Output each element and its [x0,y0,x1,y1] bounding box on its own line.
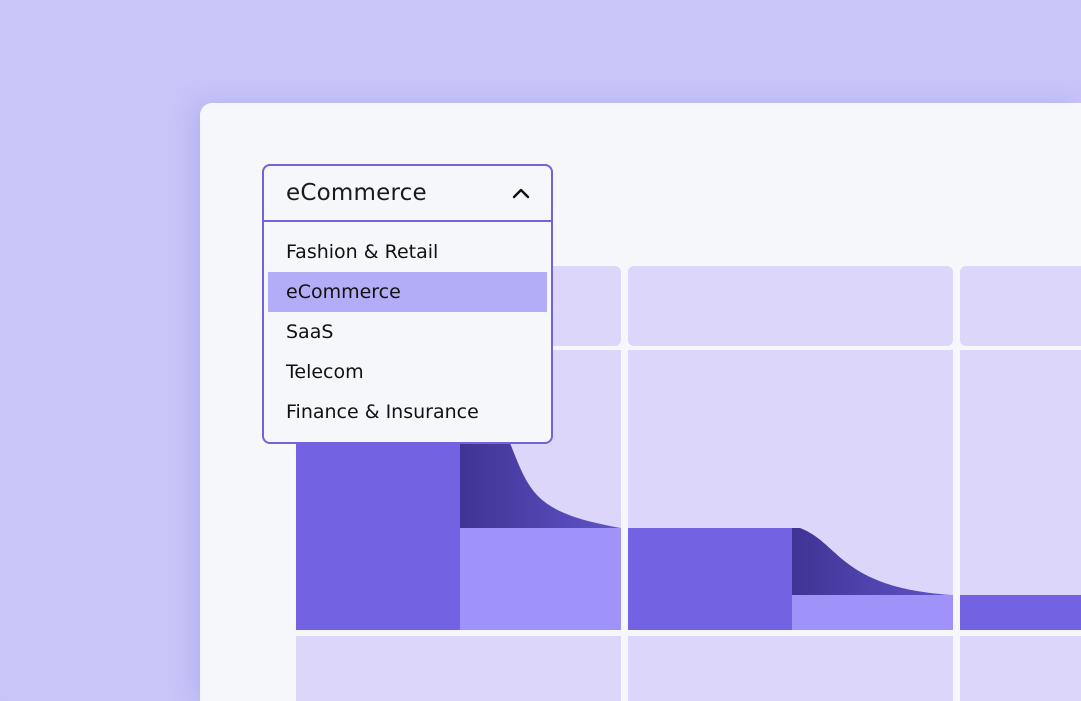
grid-cell [960,636,1081,701]
grid-cell [960,266,1081,346]
funnel-bar [296,443,460,630]
dropdown-option-saas[interactable]: SaaS [268,312,547,352]
dropdown-option-finance-insurance[interactable]: Finance & Insurance [268,392,547,432]
grid-cell [628,636,953,701]
chart-card: eCommerce Fashion & Retail eCommerce Saa… [200,103,1081,701]
dropdown-selected-value: eCommerce [286,180,427,206]
dropdown-trigger[interactable]: eCommerce [264,166,551,222]
chevron-up-icon [512,188,530,199]
dropdown-options: Fashion & Retail eCommerce SaaS Telecom … [264,222,551,442]
funnel-bar [792,595,953,630]
industry-dropdown[interactable]: eCommerce Fashion & Retail eCommerce Saa… [262,164,553,444]
grid-cell [960,350,1081,630]
grid-cell [628,266,953,346]
funnel-bar [460,528,621,630]
dropdown-option-fashion-retail[interactable]: Fashion & Retail [268,232,547,272]
funnel-bar [628,528,792,630]
dropdown-option-telecom[interactable]: Telecom [268,352,547,392]
grid-cell [296,636,621,701]
funnel-bar [960,595,1081,630]
dropdown-option-ecommerce[interactable]: eCommerce [268,272,547,312]
